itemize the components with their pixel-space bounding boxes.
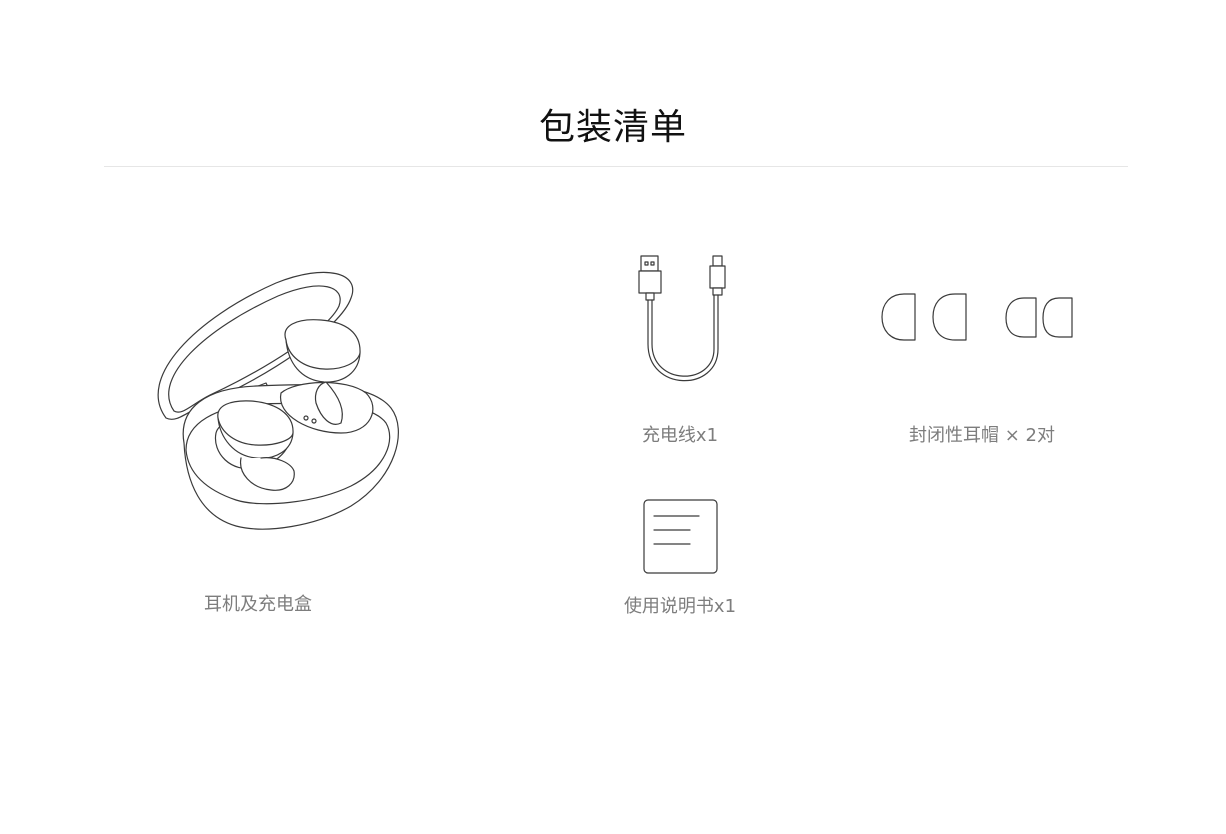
- manual-icon: [642, 498, 720, 576]
- ear-tips-icon: [878, 290, 1078, 344]
- earbuds-case-icon: [146, 268, 406, 536]
- ear-tips-label: 封闭性耳帽 × 2对: [909, 425, 1055, 446]
- manual-label: 使用说明书x1: [623, 596, 737, 617]
- charging-cable-label: 充电线x1: [641, 425, 719, 446]
- earbuds-case-label: 耳机及充电盒: [204, 594, 312, 615]
- usb-cable-icon: [636, 254, 728, 390]
- page-title: 包装清单: [538, 107, 687, 148]
- title-divider: [104, 166, 1128, 167]
